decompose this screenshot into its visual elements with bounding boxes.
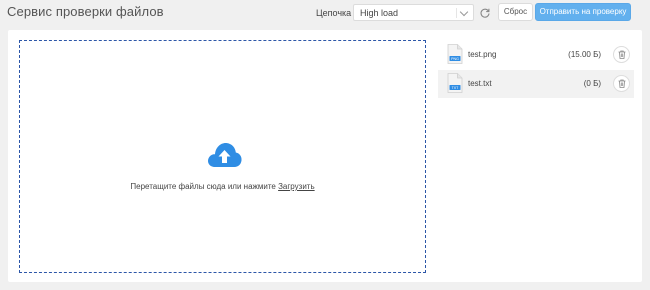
file-list: PNG test.png (15.00 Б) TXT test.txt (0 Б… (438, 41, 634, 99)
file-size: (15.00 Б) (568, 50, 601, 59)
file-name: test.png (468, 50, 497, 59)
svg-text:PNG: PNG (451, 57, 459, 61)
file-name: test.txt (468, 79, 492, 88)
main-panel: Перетащите файлы сюда или нажмите Загруз… (8, 30, 642, 282)
file-txt-icon: TXT (447, 73, 463, 93)
delete-file-button[interactable] (613, 46, 630, 63)
trash-icon (618, 79, 626, 88)
file-dropzone[interactable]: Перетащите файлы сюда или нажмите Загруз… (19, 40, 426, 273)
file-png-icon: PNG (447, 44, 463, 64)
file-row[interactable]: TXT test.txt (0 Б) (438, 70, 634, 98)
upload-link[interactable]: Загрузить (278, 182, 315, 191)
submit-button[interactable]: Отправить на проверку (535, 3, 631, 21)
file-size: (0 Б) (583, 79, 601, 88)
chevron-down-icon (459, 7, 469, 17)
select-divider (456, 8, 457, 18)
trash-icon (618, 50, 626, 59)
dropzone-prompt: Перетащите файлы сюда или нажмите (130, 182, 279, 191)
refresh-icon[interactable] (479, 6, 491, 18)
dropzone-instructions: Перетащите файлы сюда или нажмите Загруз… (20, 182, 425, 191)
cloud-upload-icon (207, 141, 242, 169)
file-row[interactable]: PNG test.png (15.00 Б) (438, 41, 634, 69)
svg-text:TXT: TXT (452, 86, 460, 90)
delete-file-button[interactable] (613, 75, 630, 92)
chain-select-value: High load (360, 8, 399, 18)
chain-label: Цепочка (316, 8, 352, 18)
reset-button[interactable]: Сброс (498, 3, 533, 21)
header-bar: Сервис проверки файлов Цепочка High load… (0, 0, 650, 26)
chain-select[interactable]: High load (353, 4, 474, 21)
app-title: Сервис проверки файлов (7, 4, 164, 19)
